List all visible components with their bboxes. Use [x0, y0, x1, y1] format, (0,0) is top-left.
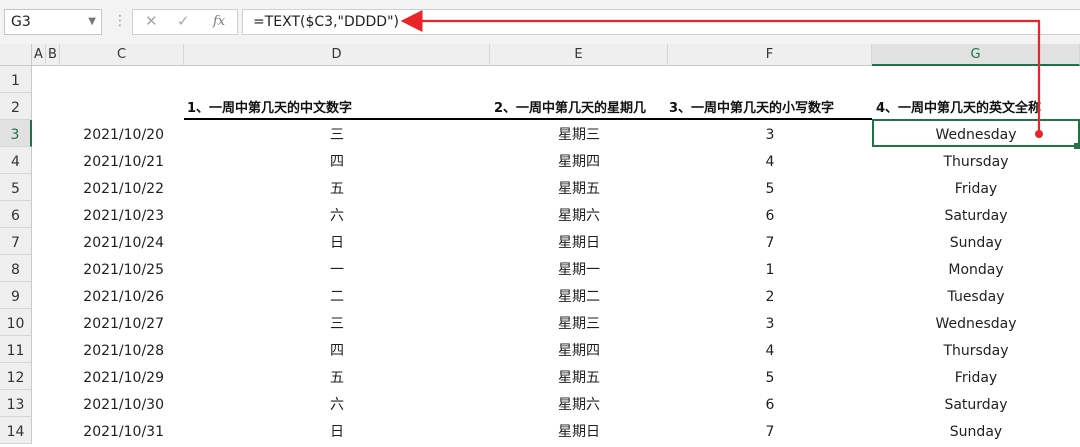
cell-date[interactable]: 2021/10/22 — [60, 174, 164, 201]
header-f: 3、一周中第几天的小写数字 — [669, 101, 835, 116]
row-header-14[interactable]: 14 — [0, 417, 32, 444]
cell-cn[interactable]: 四 — [184, 147, 490, 174]
cell-en[interactable]: Friday — [872, 363, 1080, 390]
cell-week[interactable]: 星期四 — [490, 147, 668, 174]
cell-date[interactable]: 2021/10/30 — [60, 390, 164, 417]
cell-en[interactable]: Saturday — [872, 201, 1080, 228]
row-header-9[interactable]: 9 — [0, 282, 32, 309]
cell-en[interactable]: Friday — [872, 174, 1080, 201]
cell-num[interactable]: 3 — [668, 120, 872, 147]
cancel-icon[interactable]: ✕ — [145, 12, 158, 30]
cell-num[interactable]: 4 — [668, 336, 872, 363]
cell-en[interactable]: Monday — [872, 255, 1080, 282]
column-header-g[interactable]: G — [872, 44, 1080, 66]
cell-week[interactable]: 星期六 — [490, 201, 668, 228]
cell-cn[interactable]: 二 — [184, 282, 490, 309]
cell-date[interactable]: 2021/10/26 — [60, 282, 164, 309]
cell-en[interactable]: Wednesday — [872, 309, 1080, 336]
cell-cn[interactable]: 日 — [184, 228, 490, 255]
cell-cn[interactable]: 四 — [184, 336, 490, 363]
cell-num[interactable]: 4 — [668, 147, 872, 174]
cell-week[interactable]: 星期四 — [490, 336, 668, 363]
cell-week[interactable]: 星期六 — [490, 390, 668, 417]
cell-week[interactable]: 星期日 — [490, 228, 668, 255]
row-header-12[interactable]: 12 — [0, 363, 32, 390]
fill-handle[interactable] — [1074, 143, 1080, 149]
formula-input[interactable]: =TEXT($C3,"DDDD") — [242, 9, 1080, 35]
column-header-c[interactable]: C — [60, 44, 184, 66]
enter-icon[interactable]: ✓ — [177, 12, 190, 30]
row-header-1[interactable]: 1 — [0, 66, 32, 93]
cell-cn[interactable]: 五 — [184, 174, 490, 201]
cell-en[interactable]: Saturday — [872, 390, 1080, 417]
active-cell-border — [872, 119, 1080, 147]
select-all-corner[interactable] — [0, 44, 32, 66]
formula-text: =TEXT($C3,"DDDD") — [253, 14, 399, 30]
row-header-8[interactable]: 8 — [0, 255, 32, 282]
cell-week[interactable]: 星期日 — [490, 417, 668, 444]
cell-num[interactable]: 7 — [668, 417, 872, 444]
cell-num[interactable]: 6 — [668, 201, 872, 228]
cell-week[interactable]: 星期三 — [490, 120, 668, 147]
column-header-d[interactable]: D — [184, 44, 490, 66]
cell-date[interactable]: 2021/10/29 — [60, 363, 164, 390]
insert-function-icon[interactable]: fx — [213, 14, 225, 29]
cell-date[interactable]: 2021/10/27 — [60, 309, 164, 336]
cell-date[interactable]: 2021/10/21 — [60, 147, 164, 174]
cell-en[interactable]: Thursday — [872, 336, 1080, 363]
row-header-5[interactable]: 5 — [0, 174, 32, 201]
column-header-a[interactable]: A — [32, 44, 46, 66]
row-header-6[interactable]: 6 — [0, 201, 32, 228]
more-options-icon[interactable]: ⋮ — [113, 13, 127, 29]
cell-num[interactable]: 2 — [668, 282, 872, 309]
header-d: 1、一周中第几天的中文数字 — [187, 101, 353, 116]
cell-num[interactable]: 1 — [668, 255, 872, 282]
header-g: 4、一周中第几天的英文全称 — [876, 101, 1042, 116]
cell-cn[interactable]: 三 — [184, 309, 490, 336]
cell-cn[interactable]: 日 — [184, 417, 490, 444]
cell-en[interactable]: Sunday — [872, 417, 1080, 444]
cell-num[interactable]: 3 — [668, 309, 872, 336]
row-header-2[interactable]: 2 — [0, 93, 32, 120]
cell-week[interactable]: 星期五 — [490, 174, 668, 201]
column-header-f[interactable]: F — [668, 44, 872, 66]
row-header-4[interactable]: 4 — [0, 147, 32, 174]
cell-en[interactable]: Sunday — [872, 228, 1080, 255]
cell-week[interactable]: 星期一 — [490, 255, 668, 282]
cell-num[interactable]: 6 — [668, 390, 872, 417]
column-header-b[interactable]: B — [46, 44, 60, 66]
name-box-value: G3 — [11, 14, 31, 30]
cell-date[interactable]: 2021/10/23 — [60, 201, 164, 228]
row-header-3[interactable]: 3 — [0, 120, 32, 147]
cell-num[interactable]: 5 — [668, 174, 872, 201]
cell-en[interactable]: Tuesday — [872, 282, 1080, 309]
cell-cn[interactable]: 三 — [184, 120, 490, 147]
row-header-11[interactable]: 11 — [0, 336, 32, 363]
column-header-e[interactable]: E — [490, 44, 668, 66]
cell-cn[interactable]: 一 — [184, 255, 490, 282]
formula-bar: G3 ▼ ⋮ ✕ ✓ fx =TEXT($C3,"DDDD") — [0, 0, 1080, 44]
name-box[interactable]: G3 ▼ — [4, 9, 102, 35]
cell-cn[interactable]: 六 — [184, 201, 490, 228]
cell-week[interactable]: 星期五 — [490, 363, 668, 390]
cell-week[interactable]: 星期三 — [490, 309, 668, 336]
formula-buttons: ✕ ✓ fx — [132, 9, 238, 35]
header-e: 2、一周中第几天的星期几 — [494, 101, 647, 116]
cell-en[interactable]: Thursday — [872, 147, 1080, 174]
cell-date[interactable]: 2021/10/24 — [60, 228, 164, 255]
cell-date[interactable]: 2021/10/20 — [60, 120, 164, 147]
chevron-down-icon[interactable]: ▼ — [88, 10, 96, 34]
cell-week[interactable]: 星期二 — [490, 282, 668, 309]
row-header-7[interactable]: 7 — [0, 228, 32, 255]
cell-date[interactable]: 2021/10/31 — [60, 417, 164, 444]
row-header-13[interactable]: 13 — [0, 390, 32, 417]
cell-num[interactable]: 7 — [668, 228, 872, 255]
cell-cn[interactable]: 五 — [184, 363, 490, 390]
cell-num[interactable]: 5 — [668, 363, 872, 390]
row-header-10[interactable]: 10 — [0, 309, 32, 336]
cell-date[interactable]: 2021/10/25 — [60, 255, 164, 282]
cell-cn[interactable]: 六 — [184, 390, 490, 417]
cell-date[interactable]: 2021/10/28 — [60, 336, 164, 363]
